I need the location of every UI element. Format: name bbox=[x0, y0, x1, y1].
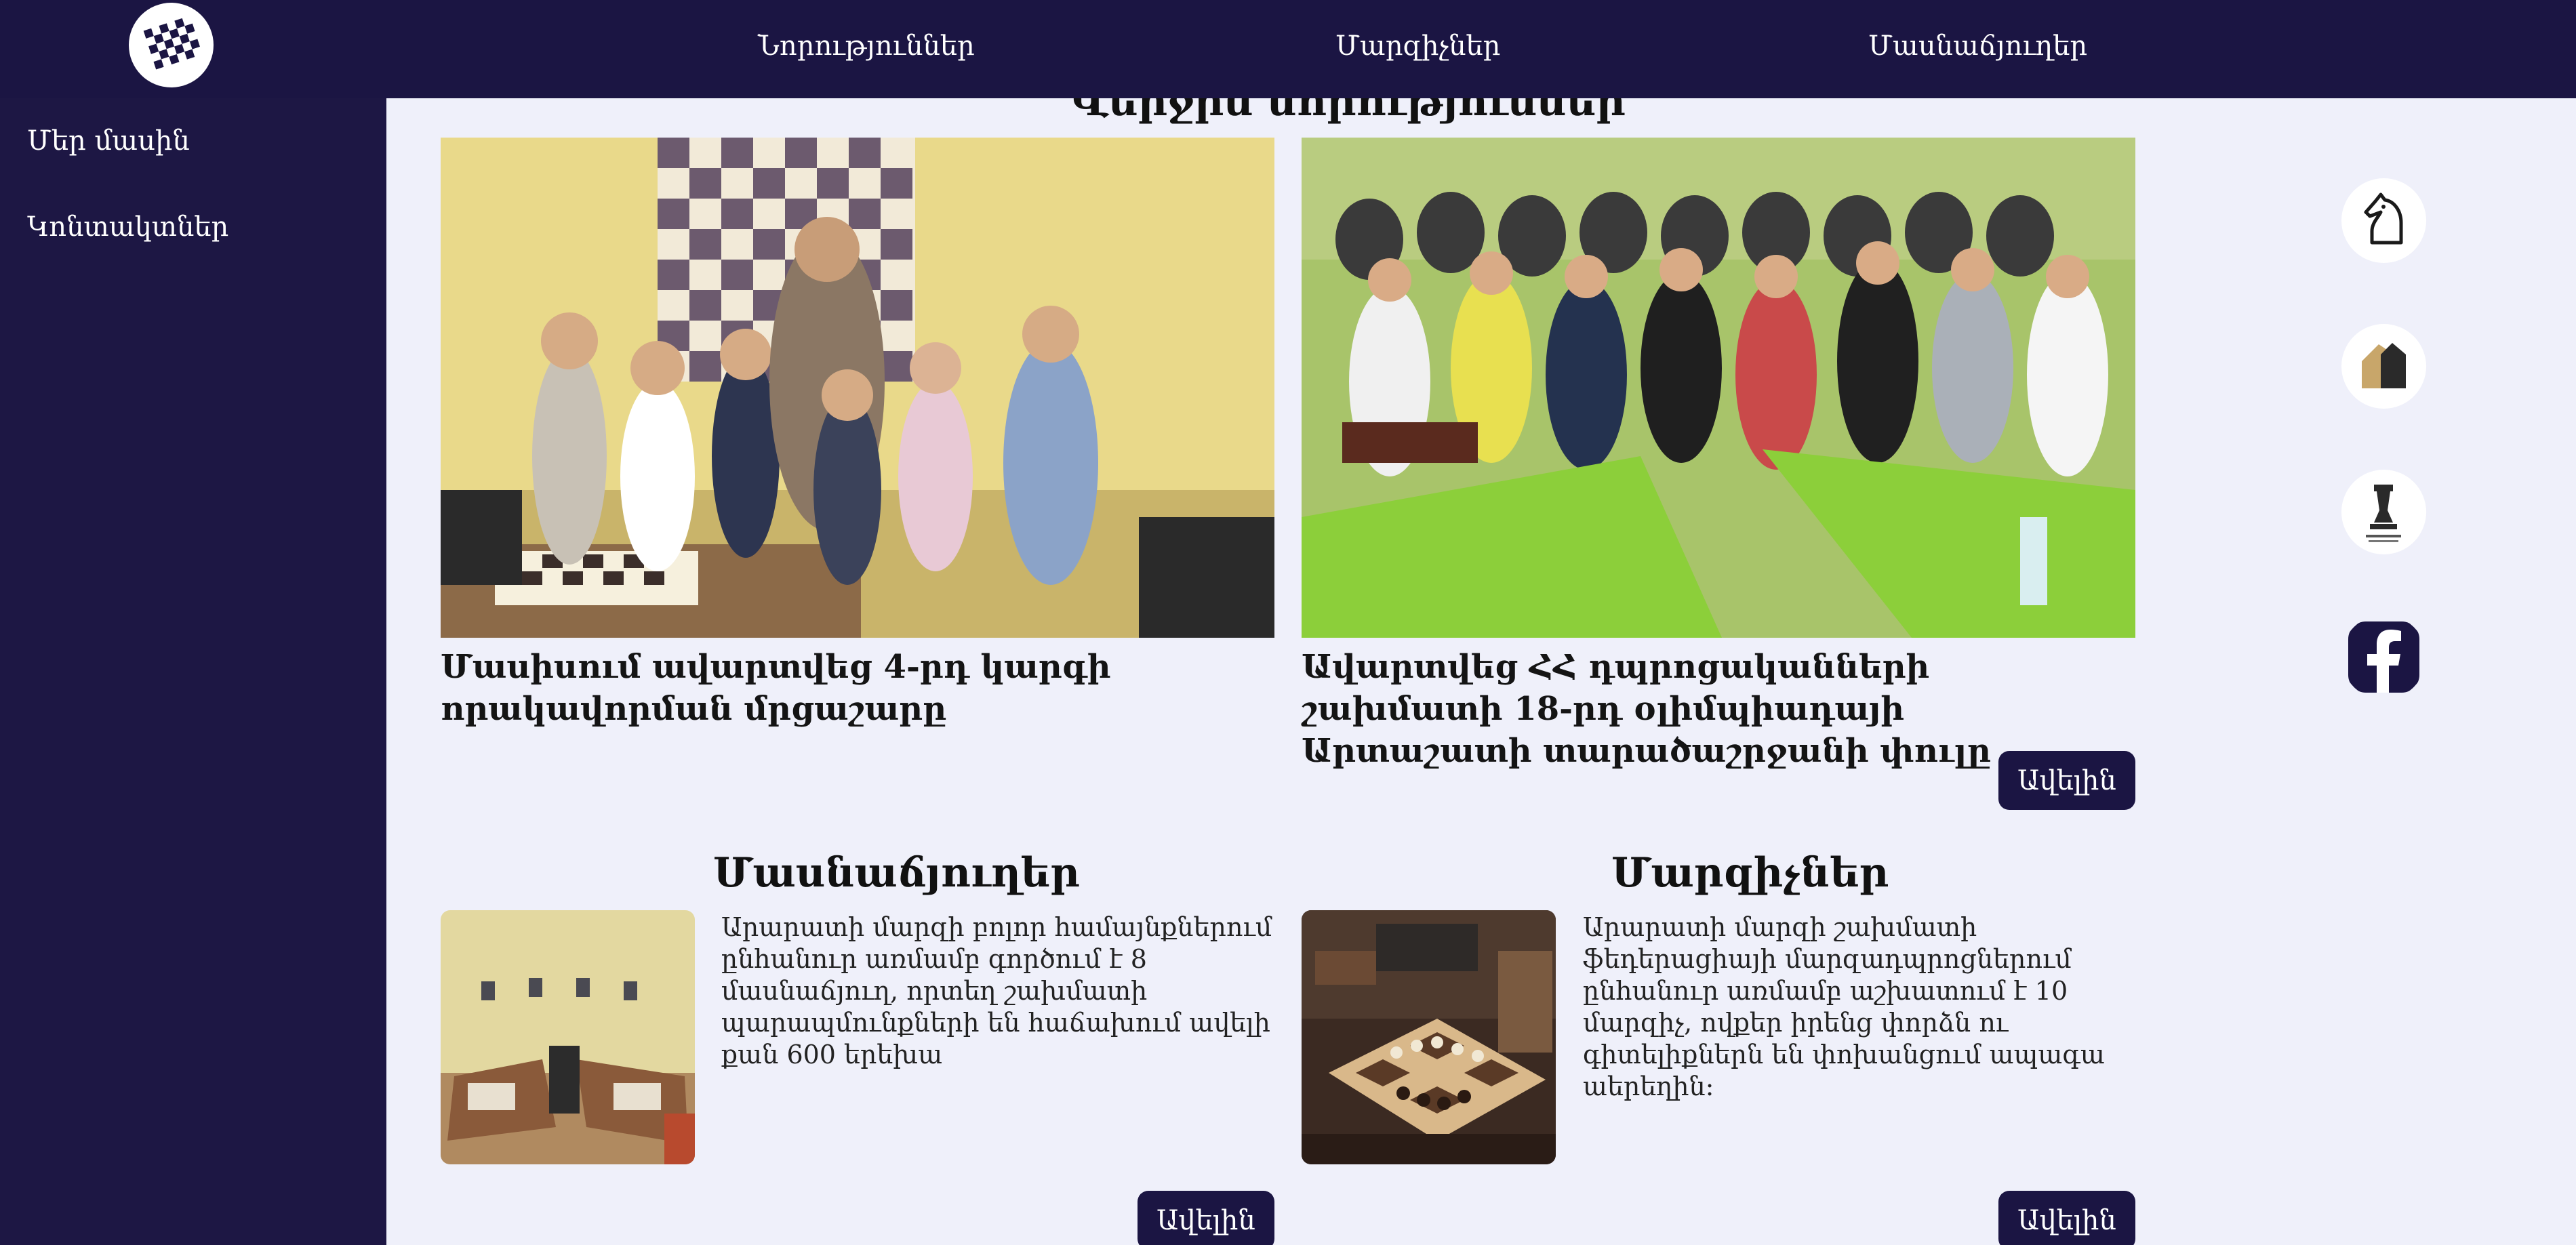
branches-description: Արարատի մարզի բոլոր համայնքներում ընհանո… bbox=[721, 912, 1272, 1069]
coaches-description: Արարատի մարզի շախմատի ֆեդերացիայի մարզադ… bbox=[1583, 912, 2105, 1101]
branches-more-button[interactable]: Ավելին bbox=[1138, 1191, 1274, 1245]
federation-emblem-icon[interactable] bbox=[2341, 470, 2426, 554]
sidebar-item-contacts[interactable]: Կոնտակտներ bbox=[27, 211, 228, 243]
chess-pieces-icon[interactable] bbox=[2341, 324, 2426, 409]
nav-branches-link[interactable]: Մասնաճյուղեր bbox=[1868, 30, 2087, 62]
news-image-1[interactable] bbox=[441, 138, 1274, 638]
nav-coaches-link[interactable]: Մարզիչներ bbox=[1335, 30, 1500, 62]
sidebar: Մեր մասին Կոնտակտներ bbox=[0, 98, 386, 1245]
news-more-button[interactable]: Ավելին bbox=[1998, 751, 2135, 810]
news-title-1[interactable]: Մասիսում ավարտվեց 4-րդ կարգի որակավորման… bbox=[441, 646, 1274, 730]
top-nav-bar: Նորություններ Մարզիչներ Մասնաճյուղեր bbox=[0, 0, 2576, 98]
facebook-icon[interactable] bbox=[2341, 615, 2426, 699]
sidebar-item-about[interactable]: Մեր մասին bbox=[27, 125, 190, 157]
news-section-title: Վերջին նորություններ bbox=[1071, 98, 1626, 125]
chess-logo-icon[interactable] bbox=[129, 3, 214, 87]
nav-news-link[interactable]: Նորություններ bbox=[758, 30, 975, 62]
coaches-section-title: Մարզիչներ bbox=[1611, 849, 1889, 897]
knight-icon[interactable] bbox=[2341, 178, 2426, 263]
coaches-more-button[interactable]: Ավելին bbox=[1998, 1191, 2135, 1245]
branches-image[interactable] bbox=[441, 910, 695, 1164]
news-image-2[interactable] bbox=[1302, 138, 2135, 638]
branches-section-title: Մասնաճյուղեր bbox=[713, 849, 1080, 897]
main-content: Վերջին նորություններ Մասիսում ավարտվեց 4… bbox=[386, 98, 2576, 1245]
coaches-image[interactable] bbox=[1302, 910, 1556, 1164]
